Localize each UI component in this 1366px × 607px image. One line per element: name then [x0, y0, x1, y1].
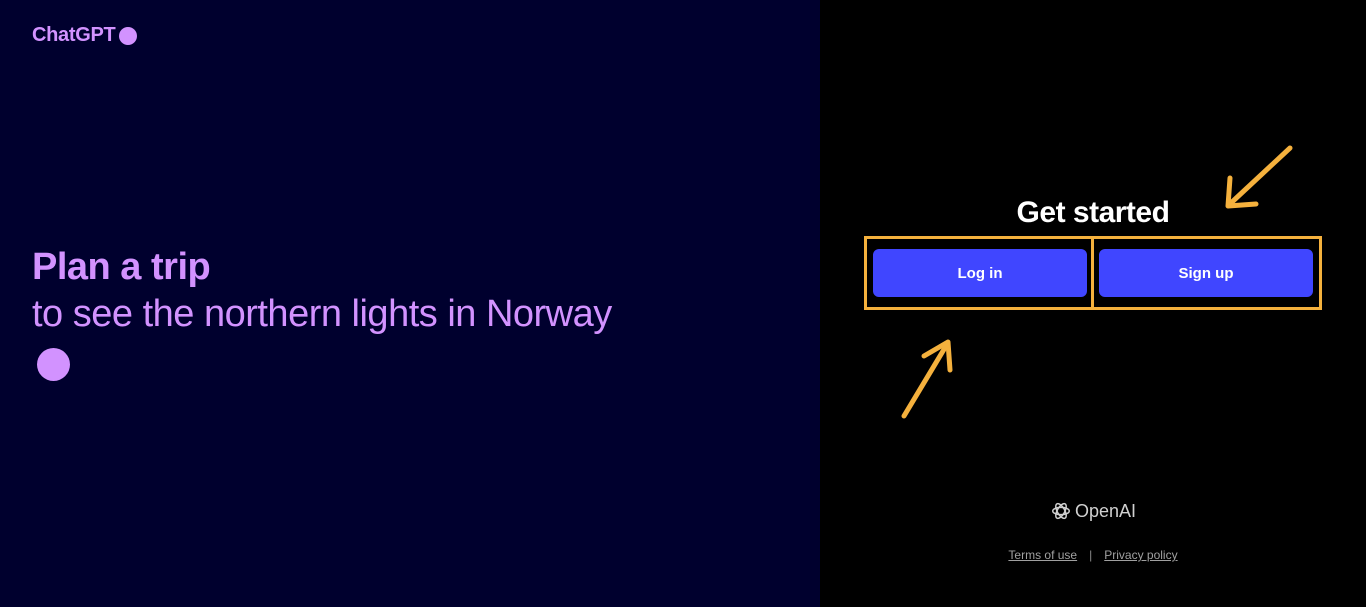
right-panel: Get started Log in Sign up OpenAI Terms …	[820, 0, 1366, 607]
brand-dot-icon	[119, 26, 138, 45]
brand-logo: ChatGPT	[32, 24, 138, 47]
hero-text: Plan a trip to see the northern lights i…	[32, 244, 612, 338]
get-started-heading: Get started	[1016, 196, 1170, 229]
page: ChatGPT Plan a trip to see the northern …	[0, 0, 1366, 607]
openai-knot-icon	[1051, 502, 1070, 520]
openai-logo-text: OpenAI	[1074, 500, 1137, 521]
login-button[interactable]: Log in	[873, 249, 1087, 297]
signup-button[interactable]: Sign up	[1099, 249, 1313, 297]
login-arrow-icon	[901, 339, 953, 419]
left-panel: ChatGPT Plan a trip to see the northern …	[0, 0, 820, 607]
footer-separator: |	[1089, 548, 1093, 562]
footer-links: Terms of use | Privacy policy	[820, 548, 1366, 562]
typing-cursor-dot-icon	[37, 348, 70, 381]
hero-subtitle: to see the northern lights in Norway	[32, 293, 612, 335]
hero-title: Plan a trip	[32, 246, 211, 288]
terms-of-use-link[interactable]: Terms of use	[1008, 548, 1077, 562]
privacy-policy-link[interactable]: Privacy policy	[1104, 548, 1177, 562]
brand-name: ChatGPT	[32, 24, 116, 46]
auth-button-row: Log in Sign up	[873, 249, 1313, 297]
openai-logo: OpenAI	[820, 500, 1366, 522]
